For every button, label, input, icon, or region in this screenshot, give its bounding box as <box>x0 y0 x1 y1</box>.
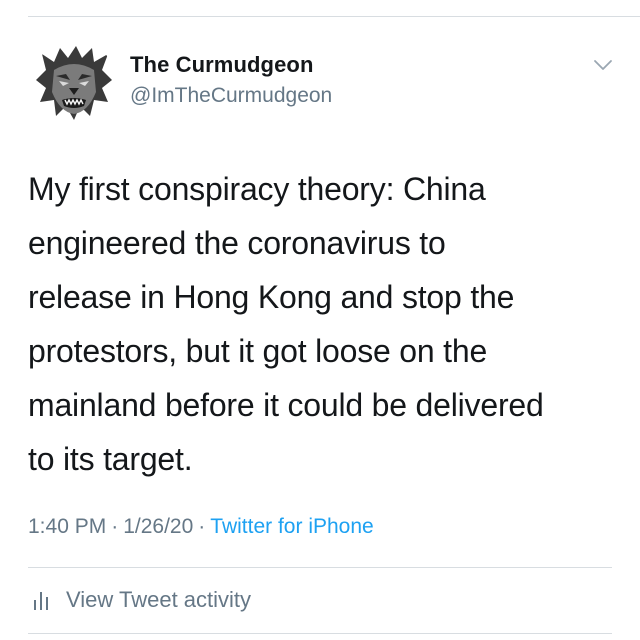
top-divider <box>28 16 640 17</box>
divider <box>28 633 612 634</box>
meta-separator: · <box>198 515 206 538</box>
author-handle[interactable]: @ImTheCurmudgeon <box>130 84 332 108</box>
tweet-metadata: 1:40 PM · 1/26/20 · Twitter for iPhone <box>28 515 374 539</box>
tweet-text-line: My first conspiracy theory: China <box>28 171 486 207</box>
tweet-text-line: to its target. <box>28 441 193 477</box>
grumpy-lion-avatar-icon <box>32 40 116 124</box>
tweet-text: My first conspiracy theory: China engine… <box>28 162 628 486</box>
tweet-text-line: release in Hong Kong and stop the <box>28 279 515 315</box>
tweet-header: The Curmudgeon @ImTheCurmudgeon <box>28 38 616 124</box>
meta-separator: · <box>111 515 119 538</box>
tweet-time: 1:40 PM <box>28 515 107 538</box>
view-tweet-activity-button[interactable]: View Tweet activity <box>28 584 251 616</box>
tweet-detail-view: The Curmudgeon @ImTheCurmudgeon My first… <box>0 0 640 640</box>
divider <box>28 567 612 568</box>
tweet-date: 1/26/20 <box>123 515 194 538</box>
author-display-name[interactable]: The Curmudgeon <box>130 52 314 78</box>
view-tweet-activity-label: View Tweet activity <box>66 587 252 612</box>
tweet-text-line: engineered the coronavirus to <box>28 225 446 261</box>
bar-chart-icon <box>34 592 48 610</box>
avatar[interactable] <box>32 40 116 124</box>
tweet-source-link[interactable]: Twitter for iPhone <box>210 515 373 538</box>
tweet-text-line: protestors, but it got loose on the <box>28 333 488 369</box>
tweet-text-line: mainland before it could be delivered <box>28 387 544 423</box>
chevron-down-icon[interactable] <box>592 54 614 76</box>
